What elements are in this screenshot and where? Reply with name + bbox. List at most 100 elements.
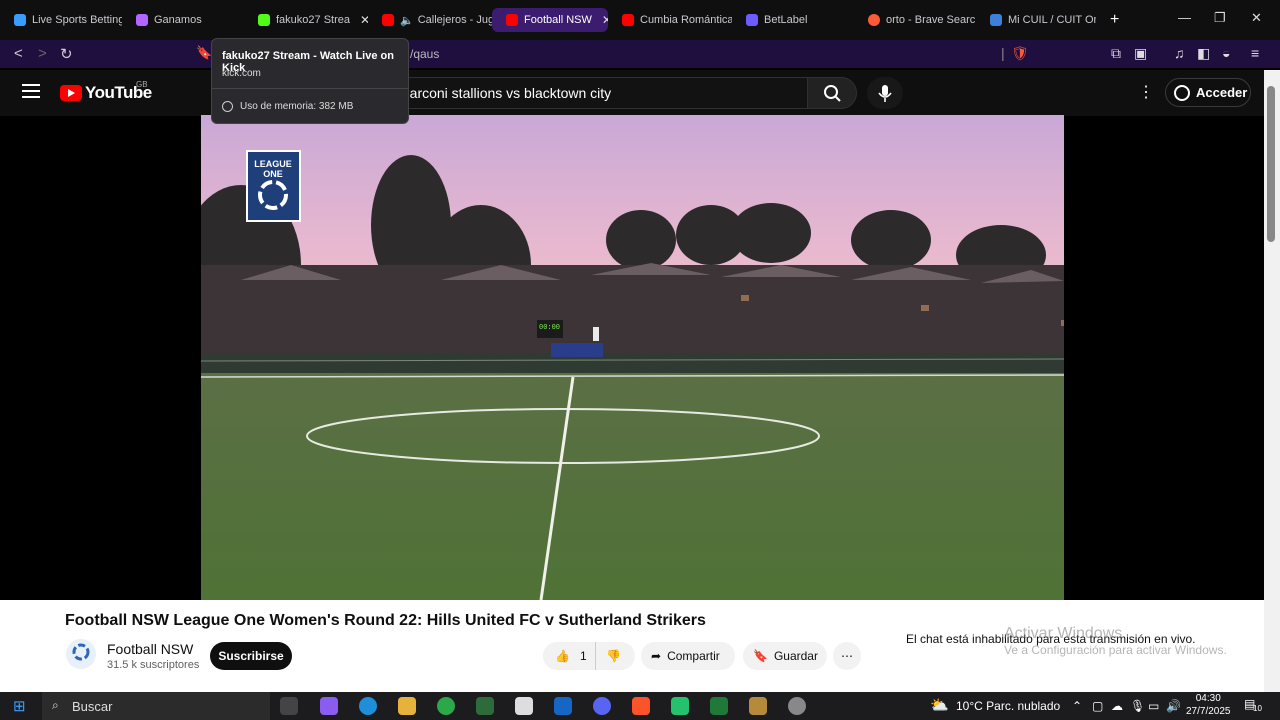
- discord-icon[interactable]: [593, 697, 611, 715]
- activate-windows-title: Activar Windows: [1004, 625, 1123, 642]
- wallet-icon[interactable]: ▣: [1134, 45, 1147, 62]
- game-icon[interactable]: [749, 697, 767, 715]
- reload-icon[interactable]: ↻: [60, 45, 73, 63]
- bookmark-save-icon: 🔖: [753, 649, 768, 663]
- tab-favicon: [14, 14, 26, 26]
- more-vert-icon[interactable]: ⋮: [1138, 82, 1154, 102]
- system-clock[interactable]: 04:30 27/7/2025: [1186, 692, 1231, 718]
- share-button[interactable]: ➦ Compartir: [641, 642, 735, 670]
- vpn-icon[interactable]: ◒: [1222, 45, 1230, 61]
- new-tab-button[interactable]: +: [1096, 0, 1126, 40]
- tab-cuil[interactable]: Mi CUIL / CUIT Onl: [976, 0, 1096, 40]
- chevron-up-icon[interactable]: ⌃: [1072, 699, 1082, 713]
- extensions-icon[interactable]: ⧉: [1111, 45, 1121, 62]
- clock-time: 04:30: [1195, 693, 1221, 704]
- league-one-badge: LEAGUE ONE: [246, 150, 301, 222]
- tab-live-sports[interactable]: Live Sports Betting: [0, 0, 122, 40]
- forward-icon[interactable]: >: [38, 45, 47, 62]
- badge-line2: ONE: [263, 169, 283, 179]
- url-text[interactable]: /qaus: [410, 47, 439, 61]
- video-title: Football NSW League One Women's Round 22…: [65, 612, 706, 629]
- like-count: 1: [579, 649, 587, 663]
- weather-text[interactable]: 10°C Parc. nublado: [956, 699, 1060, 713]
- tab-brave-search[interactable]: orto - Brave Search: [854, 0, 976, 40]
- sidebar-icon[interactable]: ◧: [1197, 45, 1210, 62]
- chrome-icon[interactable]: [437, 697, 455, 715]
- taskbar-search-icon: ⌕: [52, 698, 59, 712]
- back-icon[interactable]: <: [14, 45, 23, 62]
- copilot-icon[interactable]: [320, 697, 338, 715]
- mic-tray-icon[interactable]: 🎙: [1130, 699, 1145, 713]
- more-actions-button[interactable]: ⋯: [833, 642, 861, 670]
- tooltip-memory: Uso de memoria: 382 MB: [240, 101, 354, 112]
- subscribe-button[interactable]: Suscribirse: [210, 642, 292, 670]
- android-icon[interactable]: [671, 697, 689, 715]
- task-view-icon[interactable]: [280, 697, 298, 715]
- video-player[interactable]: 00:00 LEAGUE ONE: [201, 115, 1064, 600]
- windows-start-icon[interactable]: ⊞: [13, 697, 26, 715]
- close-icon[interactable]: ✕: [360, 13, 368, 27]
- outlook-icon[interactable]: [554, 697, 572, 715]
- channel-name[interactable]: Football NSW: [107, 641, 193, 657]
- steam-icon[interactable]: [788, 697, 806, 715]
- subscriber-count: 31.5 k suscriptores: [107, 659, 200, 671]
- tooltip-divider: [212, 88, 408, 89]
- voice-search-button[interactable]: [867, 77, 903, 109]
- tab-label: Callejeros - Jug: [417, 14, 492, 26]
- country-code: GB: [136, 80, 148, 89]
- brave-shield-icon[interactable]: 🛡: [1011, 45, 1029, 62]
- file-explorer-icon[interactable]: [398, 697, 416, 715]
- app-icon[interactable]: [476, 697, 494, 715]
- taskbar-search-input[interactable]: Buscar: [42, 692, 270, 720]
- youtube-play-icon: [60, 85, 82, 101]
- divider: |: [1001, 45, 1005, 61]
- music-icon[interactable]: ♫: [1174, 45, 1185, 61]
- sign-in-label: Acceder: [1196, 85, 1248, 100]
- tab-favicon: [258, 14, 270, 26]
- address-bar: [0, 40, 1280, 68]
- dislike-button[interactable]: 👎: [595, 642, 635, 670]
- edge-icon[interactable]: [359, 697, 377, 715]
- like-button[interactable]: 👍 1: [543, 642, 595, 670]
- tab-label: fakuko27 Strea: [276, 14, 350, 26]
- tab-betlabel[interactable]: BetLabel: [732, 0, 854, 40]
- thumbs-down-icon: 👎: [606, 649, 621, 663]
- close-window-icon[interactable]: ✕: [1251, 10, 1262, 26]
- tooltip-host: kick.com: [222, 68, 261, 79]
- notification-count: 10: [1253, 704, 1262, 713]
- tray-app-icon[interactable]: ▢: [1092, 699, 1103, 713]
- weather-icon: ⛅: [930, 697, 949, 714]
- channel-avatar[interactable]: [66, 639, 96, 669]
- tab-label: BetLabel: [764, 14, 808, 26]
- tab-ganamos[interactable]: Ganamos: [122, 0, 244, 40]
- tab-favicon: [382, 14, 394, 26]
- store-icon[interactable]: [515, 697, 533, 715]
- tab-cumbia[interactable]: Cumbia Romántica: [608, 0, 732, 40]
- tab-football-nsw[interactable]: Football NSW ✕: [492, 8, 608, 32]
- speaker-icon: 🔈: [400, 14, 414, 27]
- restore-icon[interactable]: ❐: [1214, 10, 1226, 26]
- flag-app-icon[interactable]: [710, 697, 728, 715]
- volume-icon[interactable]: 🔊: [1166, 699, 1181, 713]
- save-button[interactable]: 🔖 Guardar: [743, 642, 827, 670]
- search-button[interactable]: [807, 77, 857, 109]
- menu-icon[interactable]: ≡: [1251, 45, 1259, 61]
- search-placeholder: Buscar: [72, 698, 113, 714]
- scrollbar-thumb[interactable]: [1267, 86, 1275, 242]
- save-label: Guardar: [773, 649, 818, 663]
- network-icon[interactable]: ▭: [1148, 699, 1159, 713]
- tab-label: Live Sports Betting: [32, 14, 122, 26]
- search-query[interactable]: marconi stallions vs blacktown city: [398, 85, 611, 101]
- tab-kick-stream[interactable]: fakuko27 Strea ✕: [244, 0, 368, 40]
- sign-in-button[interactable]: Acceder: [1165, 78, 1251, 107]
- onedrive-icon[interactable]: ☁: [1111, 699, 1123, 713]
- minimize-icon[interactable]: —: [1178, 10, 1191, 25]
- tab-callejeros[interactable]: 🔈 Callejeros - Jug: [368, 0, 492, 40]
- brave-icon[interactable]: [632, 697, 650, 715]
- hamburger-menu-icon[interactable]: [22, 84, 40, 98]
- video-frame: 00:00 LEAGUE ONE: [201, 115, 1064, 600]
- tab-favicon: [506, 14, 518, 26]
- bookmark-icon[interactable]: 🔖: [196, 45, 212, 61]
- tab-label: Ganamos: [154, 14, 202, 26]
- tab-label: orto - Brave Search: [886, 14, 976, 26]
